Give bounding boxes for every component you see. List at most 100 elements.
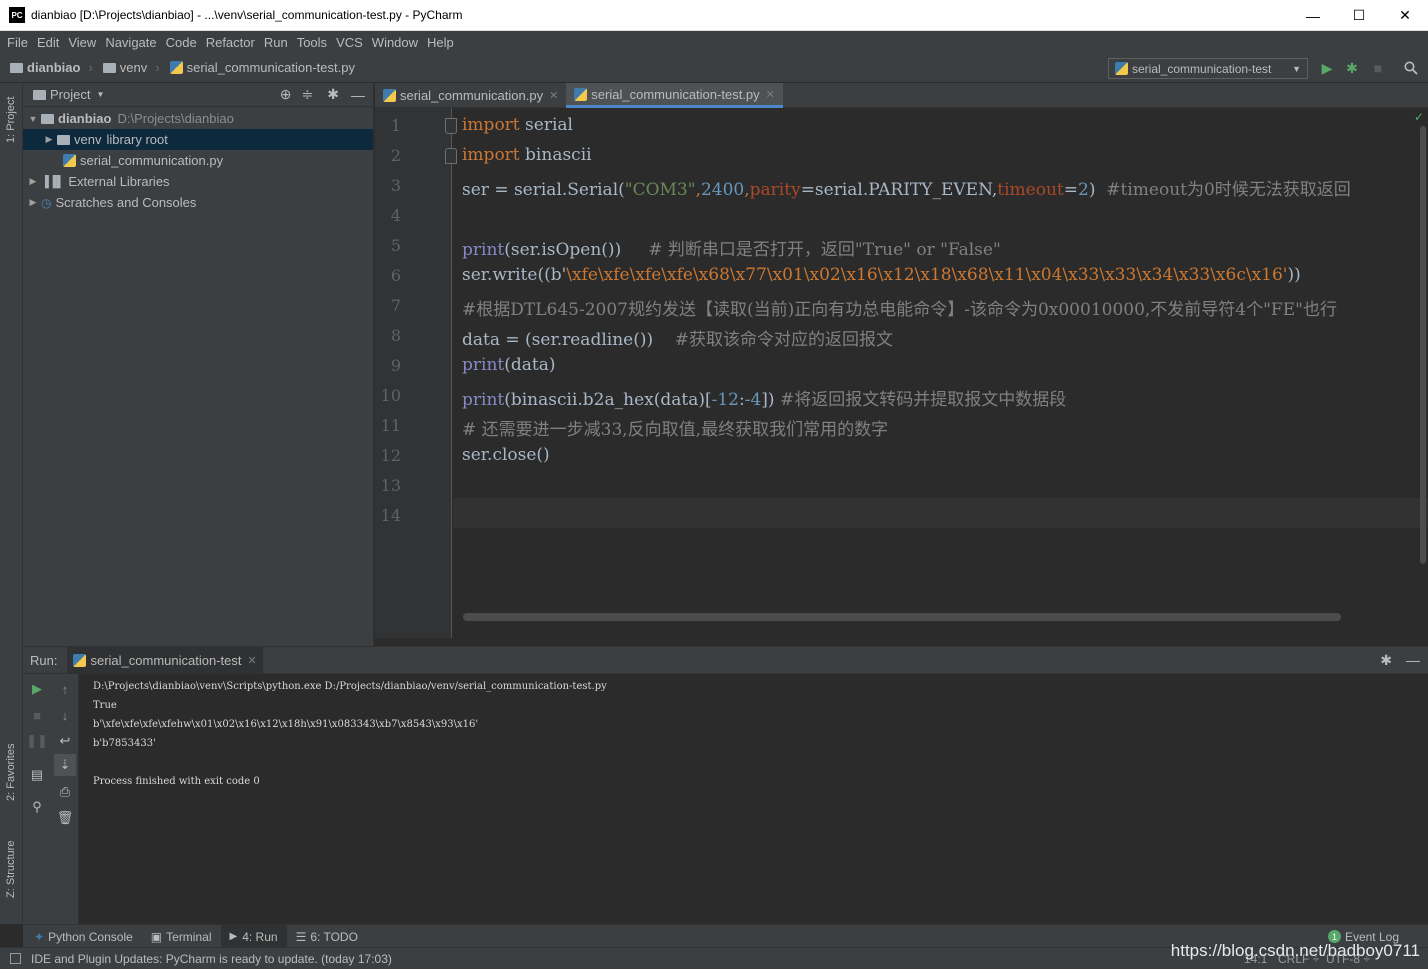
code-line: print(data) <box>462 355 556 375</box>
tree-item-external-libraries[interactable]: ▶ ▐▐▌ External Libraries <box>23 171 373 192</box>
close-tab-icon[interactable]: ✕ <box>766 88 775 101</box>
down-arrow-icon[interactable]: ↓ <box>54 704 76 726</box>
line-number: 9 <box>390 356 401 375</box>
breadcrumb-file[interactable]: serial_communication-test.py <box>169 60 355 75</box>
code-editor[interactable]: 1 2 3 4 5 6 7 8 9 10 11 12 13 14 import … <box>375 108 1428 646</box>
line-number: 2 <box>390 146 401 165</box>
folder-icon <box>102 62 116 73</box>
python-file-icon <box>383 89 396 102</box>
collapsed-arrow-icon[interactable]: ▶ <box>41 134 57 145</box>
code-line: print(binascii.b2a_hex(data)[-12:-4]) #将… <box>462 390 1067 410</box>
folder-icon <box>41 113 54 124</box>
folder-icon <box>57 134 70 145</box>
tab-run-serial-communication-test[interactable]: serial_communication-test ✕ <box>67 646 263 674</box>
menu-view[interactable]: View <box>68 35 96 50</box>
structure-tool-button[interactable]: Z: Structure <box>5 841 17 898</box>
stop-icon[interactable]: ■ <box>26 704 48 726</box>
project-tool-button[interactable]: 1: Project <box>5 97 17 143</box>
menu-run[interactable]: Run <box>264 35 288 50</box>
pycharm-logo-icon: PC <box>9 7 25 23</box>
favorites-tool-button[interactable]: 2: Favorites <box>5 744 17 801</box>
menu-code[interactable]: Code <box>166 35 197 50</box>
menu-refactor[interactable]: Refactor <box>206 35 255 50</box>
gear-icon[interactable]: ✱ <box>327 86 339 103</box>
code-line: ser = serial.Serial("COM3",2400,parity=s… <box>462 180 1351 200</box>
search-icon[interactable] <box>1400 56 1422 80</box>
collapsed-arrow-icon[interactable]: ▶ <box>25 176 41 187</box>
tree-item-serial-communication[interactable]: serial_communication.py <box>23 150 373 171</box>
soft-wrap-icon[interactable]: ↩ <box>54 730 76 752</box>
tree-item-venv[interactable]: ▶ venv library root <box>23 129 373 150</box>
line-number: 12 <box>380 446 401 465</box>
menu-edit[interactable]: Edit <box>37 35 59 50</box>
scroll-to-end-icon[interactable]: ⇣ <box>54 754 76 776</box>
run-toolbar: ▶ ↑ ■ ↓ ❚❚ ↩ ▤ ⇣ ⎙ ⚲ 🗑 <box>23 674 79 925</box>
tab-run[interactable]: ▶ 4: Run <box>220 924 287 949</box>
breadcrumb-venv[interactable]: venv › <box>102 60 160 75</box>
tree-item-scratches[interactable]: ▶ ◷ Scratches and Consoles <box>23 192 373 213</box>
minimize-button[interactable]: — <box>1290 0 1336 31</box>
project-icon <box>33 89 46 100</box>
trash-icon[interactable]: 🗑 <box>54 807 76 829</box>
run-configuration-select[interactable]: serial_communication-test ▼ <box>1108 58 1308 79</box>
locate-icon[interactable]: ⊕ <box>280 86 292 103</box>
gear-icon[interactable]: ✱ <box>1380 652 1392 669</box>
project-view-select[interactable]: Project <box>50 87 90 102</box>
layout-icon[interactable]: ▤ <box>26 764 48 786</box>
watermark-text: https://blog.csdn.net/badboy0711 <box>1170 941 1420 960</box>
hide-icon[interactable]: — <box>1406 652 1420 668</box>
scratches-icon: ◷ <box>41 195 52 210</box>
tab-serial-communication-test[interactable]: serial_communication-test.py ✕ <box>566 83 783 108</box>
tab-serial-communication[interactable]: serial_communication.py ✕ <box>375 83 566 108</box>
line-number: 6 <box>390 266 401 285</box>
close-tab-icon[interactable]: ✕ <box>549 89 558 102</box>
tab-todo[interactable]: ☰ 6: TODO <box>287 925 367 949</box>
console-line: D:\Projects\dianbiao\venv\Scripts\python… <box>93 681 607 692</box>
toggle-tool-windows-icon[interactable] <box>10 953 21 964</box>
menu-navigate[interactable]: Navigate <box>105 35 156 50</box>
tab-python-console[interactable]: ✦ Python Console <box>25 925 142 949</box>
collapsed-arrow-icon[interactable]: ▶ <box>25 197 41 208</box>
line-number: 8 <box>390 326 401 345</box>
debug-icon[interactable]: ✱ <box>1341 56 1363 80</box>
fold-icon[interactable] <box>445 148 457 164</box>
tab-terminal[interactable]: ▣ Terminal <box>142 925 221 949</box>
hide-icon[interactable]: — <box>351 87 365 103</box>
menu-tools[interactable]: Tools <box>297 35 327 50</box>
terminal-icon: ▣ <box>150 929 163 944</box>
run-panel-header: Run: serial_communication-test ✕ ✱ — <box>23 646 1428 674</box>
close-tab-icon[interactable]: ✕ <box>247 654 256 667</box>
up-arrow-icon[interactable]: ↑ <box>54 678 76 700</box>
tree-item-dianbiao[interactable]: ▼ dianbiao D:\Projects\dianbiao <box>23 108 373 129</box>
python-file-icon <box>63 154 76 167</box>
breadcrumb-project[interactable]: dianbiao › <box>10 60 93 75</box>
pin-icon[interactable]: ⚲ <box>26 796 48 818</box>
chevron-down-icon[interactable]: ▼ <box>96 90 104 99</box>
vertical-scrollbar[interactable] <box>1420 126 1426 564</box>
console-output[interactable]: D:\Projects\dianbiao\venv\Scripts\python… <box>93 677 607 791</box>
menu-vcs[interactable]: VCS <box>336 35 363 50</box>
rerun-icon[interactable]: ▶ <box>26 678 48 700</box>
close-button[interactable]: ✕ <box>1382 0 1428 31</box>
project-panel: Project ▼ ⊕ ≑ ✱ — ▼ dianbiao D:\Projects\… <box>23 83 374 646</box>
menu-window[interactable]: Window <box>372 35 418 50</box>
run-icon[interactable]: ▶ <box>1316 56 1338 80</box>
horizontal-scrollbar[interactable] <box>463 613 1341 621</box>
status-message[interactable]: IDE and Plugin Updates: PyCharm is ready… <box>31 952 392 966</box>
maximize-button[interactable]: ☐ <box>1336 0 1382 31</box>
collapse-all-icon[interactable]: ≑ <box>302 86 314 103</box>
window-titlebar: PC dianbiao [D:\Projects\dianbiao] - ...… <box>0 0 1428 31</box>
print-icon[interactable]: ⎙ <box>54 781 76 803</box>
line-number: 3 <box>390 176 401 195</box>
pause-icon[interactable]: ❚❚ <box>26 730 48 752</box>
window-title: dianbiao [D:\Projects\dianbiao] - ...\ve… <box>31 8 463 22</box>
stop-icon[interactable]: ■ <box>1367 56 1389 80</box>
expanded-arrow-icon[interactable]: ▼ <box>25 114 41 124</box>
run-label: Run: <box>30 652 58 668</box>
fold-icon[interactable] <box>445 118 457 134</box>
menu-file[interactable]: File <box>7 35 28 50</box>
folder-icon <box>10 62 23 73</box>
line-number: 14 <box>380 506 401 525</box>
menu-help[interactable]: Help <box>427 35 454 50</box>
